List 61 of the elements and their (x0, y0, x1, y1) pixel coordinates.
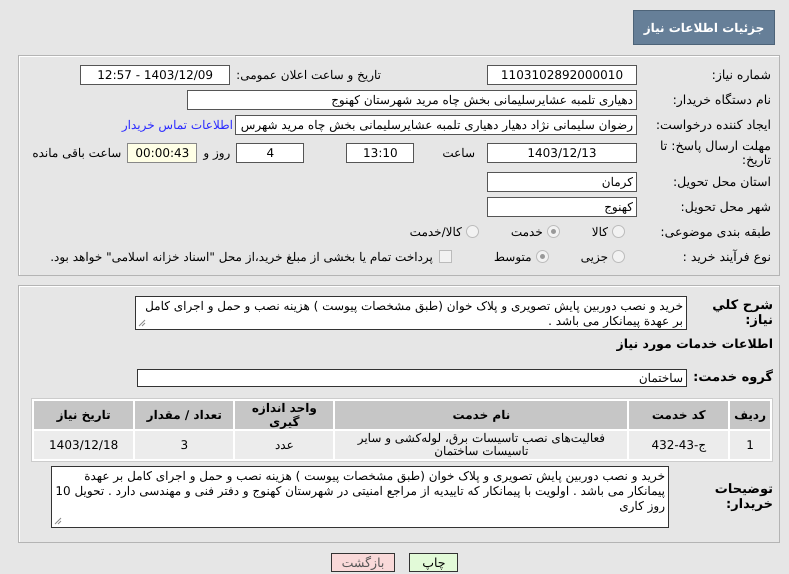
table-cell: عدد (235, 431, 334, 459)
description-field[interactable]: خرید و نصب دوربین پایش تصویری و پلاک خوان (طبق مشخصات پیوست ) هزینه نصب و حمل و اجرای کامل بر عهدة پیمانکار می باشد . (135, 296, 687, 330)
table-cell: فعالیت‌های نصب تاسیسات برق، لوله‌کشی و سایر تاسیسات ساختمان (335, 431, 628, 459)
radio-button[interactable] (536, 250, 549, 263)
province-field[interactable]: کرمان (487, 172, 637, 192)
field-label: توضیحات خریدار: (714, 482, 773, 512)
field-label: ساعت (442, 146, 475, 160)
field-label: شماره نیاز: (710, 67, 771, 82)
column-header: کد خدمت (629, 401, 728, 429)
city-field[interactable]: کهنوج (487, 196, 637, 216)
back-button[interactable]: بازگشت (330, 553, 396, 572)
radio-button[interactable] (546, 225, 560, 238)
field-label: روز و (203, 146, 230, 160)
field-label: ساعت باقی مانده (32, 146, 122, 160)
field-label: نوع فرآیند خرید : (682, 249, 771, 264)
field-label: استان محل تحویل: (672, 174, 771, 189)
radio-label: کالا/خدمت (410, 224, 462, 238)
radio-label: کالا (592, 224, 608, 238)
radio-button[interactable] (612, 250, 625, 263)
need-number-field[interactable]: 1103102892000010 (487, 64, 637, 84)
page-title: جزئیات اطلاعات نیاز (633, 10, 775, 45)
field-label: تاریخ و ساعت اعلان عمومی: (236, 68, 381, 82)
column-header: نام خدمت (335, 401, 628, 429)
requester-field[interactable]: رضوان سلیمانی نژاد دهیار دهیاری تلمبه عشایرسلیمانی بخش چاه مرید شهرس (235, 114, 637, 134)
resize-grip-icon[interactable] (138, 319, 146, 327)
section-heading: اطلاعات خدمات مورد نیاز (615, 336, 773, 351)
deadline-time-field[interactable]: 13:10 (346, 143, 414, 163)
field-label: گروه خدمت: (693, 370, 773, 385)
days-field[interactable]: 4 (236, 143, 304, 163)
field-label: ایجاد کننده درخواست: (654, 117, 771, 132)
notes-text: خرید و نصب دوربین پایش تصویری و پلاک خوان (طبق مشخصات پیوست ) هزینه نصب و حمل و اجرای کامل بر عهدة پیمانکار می باشد . اولویت با پیمانکار که تاییدیه از مراجع امنیتی در شهرستان کهنوج و دفتر فنی و مهندسی دارد . تحویل 10 روز کاری (55, 469, 665, 513)
description-text: خرید و نصب دوربین پایش تصویری و پلاک خوان (طبق مشخصات پیوست ) هزینه نصب و حمل و اجرای کامل بر عهدة پیمانکار می باشد . (145, 299, 683, 328)
checkbox[interactable] (438, 250, 452, 263)
radio-label: جزیی (580, 250, 608, 264)
table-cell: 1403/12/18 (34, 431, 134, 459)
service-group-field[interactable]: ساختمان (137, 368, 687, 386)
table-cell: ج-43-432 (629, 431, 728, 459)
field-label: شرح کلي نياز: (711, 298, 773, 328)
field-label: نام دستگاه خریدار: (672, 92, 771, 107)
remaining-time-field[interactable]: 00:00:43 (127, 143, 198, 163)
contact-link[interactable]: اطلاعات تماس خریدار (122, 118, 233, 132)
table-cell: 3 (135, 431, 234, 459)
radio-label: متوسط (494, 250, 532, 264)
field-label: شهر محل تحویل: (680, 199, 771, 214)
radio-button[interactable] (612, 225, 625, 238)
field-label: طبقه بندی موضوعی: (659, 224, 771, 239)
print-button[interactable]: چاپ (409, 553, 458, 572)
column-header: ردیف (730, 401, 770, 429)
column-header: تاریخ نیاز (34, 401, 134, 429)
notes-field[interactable] (51, 466, 669, 528)
buyer-org-field[interactable]: دهیاری تلمبه عشایرسلیمانی بخش چاه مرید شهرستان کهنوج (187, 90, 637, 110)
field-label: مهلت ارسال پاسخ: تا تاریخ: (659, 139, 771, 167)
radio-button[interactable] (466, 225, 479, 238)
radio-label: خدمت (510, 224, 543, 238)
column-header: تعداد / مقدار (135, 401, 234, 429)
announce-date-field[interactable]: 1403/12/09 - 12:57 (80, 64, 230, 84)
resize-grip-icon[interactable] (54, 517, 62, 525)
table-cell: 1 (730, 431, 770, 459)
deadline-date-field[interactable]: 1403/12/13 (487, 143, 637, 163)
payment-note: پرداخت تمام یا بخشی از مبلغ خرید،از محل "اسناد خزانه اسلامی" خواهد بود. (50, 250, 433, 264)
column-header: واحد اندازه گیری (235, 401, 334, 429)
